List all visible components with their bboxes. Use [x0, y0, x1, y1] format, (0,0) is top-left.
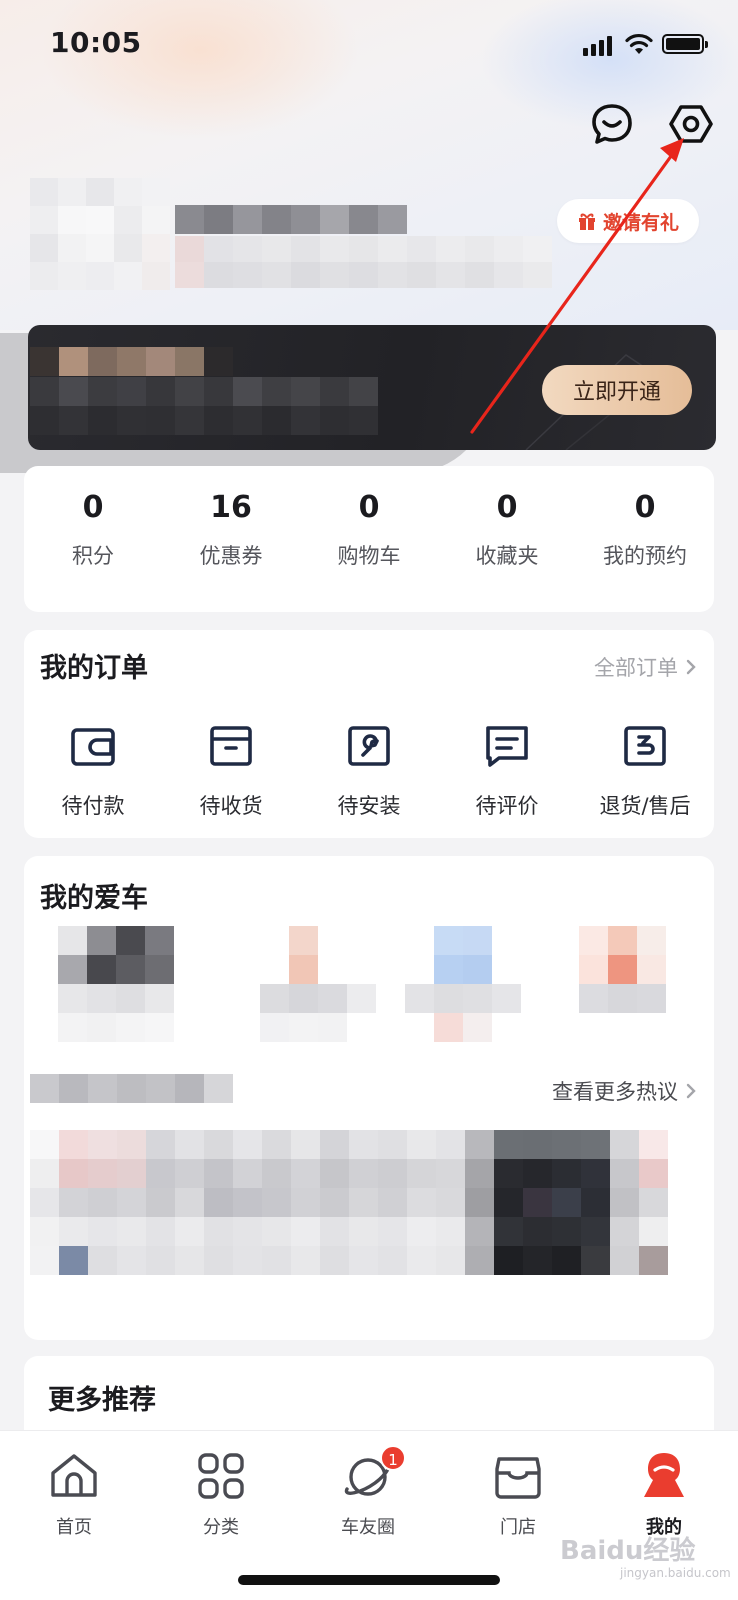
- stats-card: 0 积分 16 优惠券 0 购物车 0 收藏夹 0 我的预约: [24, 466, 714, 612]
- orders-card: 我的订单 全部订单 待付款 待收货 待安装 待评价 退货/售后: [24, 630, 714, 838]
- notification-badge: 1: [380, 1445, 406, 1471]
- watermark: Baidu经验: [560, 1536, 696, 1566]
- tab-home[interactable]: 首页: [14, 1449, 134, 1539]
- order-label: 待安装: [337, 794, 401, 818]
- profile-subtitle-blurred: [175, 236, 552, 288]
- order-pending-review[interactable]: 待评价: [438, 720, 576, 820]
- invite-button[interactable]: 邀请有礼: [557, 199, 699, 243]
- avatar[interactable]: [30, 178, 170, 290]
- my-cars-title: 我的爱车: [40, 883, 148, 914]
- hot-topic-post-blurred[interactable]: [30, 1130, 668, 1275]
- tab-label: 首页: [56, 1517, 92, 1538]
- home-icon: [51, 1454, 97, 1497]
- hot-topics-title-blurred: [30, 1074, 233, 1103]
- stat-value: 0: [82, 490, 104, 525]
- order-label: 退货/售后: [599, 794, 691, 818]
- stat-value: 0: [634, 490, 656, 525]
- stat-value: 0: [496, 490, 518, 525]
- wallet-icon: [71, 728, 115, 766]
- car-thumbnail-blurred[interactable]: [58, 926, 174, 1042]
- gift-icon: [578, 213, 595, 230]
- car-thumbnail-blurred[interactable]: [579, 926, 695, 1042]
- package-icon: [210, 726, 252, 766]
- status-time: 10:05: [50, 26, 142, 59]
- recommend-title: 更多推荐: [48, 1385, 156, 1416]
- car-thumbnail-blurred[interactable]: [405, 926, 521, 1042]
- orders-title: 我的订单: [40, 653, 148, 684]
- vip-subtitle-blurred: [30, 377, 378, 435]
- stat-label: 购物车: [337, 544, 401, 568]
- watermark-url: jingyan.baidu.com: [620, 1566, 731, 1580]
- order-label: 待收货: [199, 794, 263, 818]
- tab-profile[interactable]: 我的: [604, 1449, 724, 1539]
- stat-label: 积分: [72, 544, 114, 568]
- battery-icon: [662, 34, 708, 54]
- profile-icon: [644, 1453, 684, 1497]
- wrench-icon: [348, 726, 390, 766]
- tab-label: 分类: [203, 1517, 239, 1538]
- vip-title-blurred: [30, 347, 233, 376]
- store-icon: [495, 1457, 541, 1499]
- stat-reservations[interactable]: 0 我的预约: [576, 486, 714, 570]
- username-blurred: [175, 205, 407, 234]
- cellular-signal-icon: [583, 34, 612, 56]
- car-thumbnail-blurred[interactable]: [260, 926, 376, 1042]
- stat-cart[interactable]: 0 购物车: [300, 486, 438, 570]
- stat-value: 16: [210, 490, 252, 525]
- tab-community[interactable]: 1 车友圈: [308, 1445, 428, 1539]
- more-hot-topics-link[interactable]: 查看更多热议: [552, 1076, 696, 1106]
- chevron-right-icon: [686, 1083, 696, 1099]
- chevron-right-icon: [686, 659, 696, 675]
- my-cars-card: 我的爱车 查看更多热议: [24, 856, 714, 1340]
- stat-label: 我的预约: [603, 544, 687, 568]
- comment-icon: [486, 726, 528, 767]
- tab-label: 车友圈: [341, 1517, 395, 1538]
- wifi-icon: [625, 33, 653, 54]
- stat-points[interactable]: 0 积分: [24, 486, 162, 570]
- order-label: 待付款: [61, 794, 125, 818]
- order-pending-install[interactable]: 待安装: [300, 720, 438, 820]
- order-pending-payment[interactable]: 待付款: [24, 720, 162, 820]
- stat-value: 0: [358, 490, 380, 525]
- order-label: 待评价: [475, 794, 539, 818]
- all-orders-label: 全部订单: [594, 656, 678, 680]
- stat-favorites[interactable]: 0 收藏夹: [438, 486, 576, 570]
- order-pending-receipt[interactable]: 待收货: [162, 720, 300, 820]
- settings-icon[interactable]: [667, 100, 715, 148]
- stat-label: 优惠券: [199, 544, 263, 568]
- return-icon: [624, 726, 666, 766]
- stat-label: 收藏夹: [475, 544, 539, 568]
- invite-label: 邀请有礼: [602, 211, 679, 234]
- category-icon: [198, 1453, 244, 1499]
- vip-activate-button[interactable]: 立即开通: [542, 365, 692, 415]
- stat-coupons[interactable]: 16 优惠券: [162, 486, 300, 570]
- order-returns[interactable]: 退货/售后: [576, 720, 714, 820]
- status-bar: 10:05: [0, 0, 738, 90]
- more-hot-topics-label: 查看更多热议: [552, 1080, 678, 1104]
- tab-store[interactable]: 门店: [458, 1449, 578, 1539]
- message-icon[interactable]: [588, 100, 636, 148]
- all-orders-link[interactable]: 全部订单: [594, 652, 696, 682]
- home-indicator: [238, 1575, 500, 1585]
- tab-category[interactable]: 分类: [161, 1449, 281, 1539]
